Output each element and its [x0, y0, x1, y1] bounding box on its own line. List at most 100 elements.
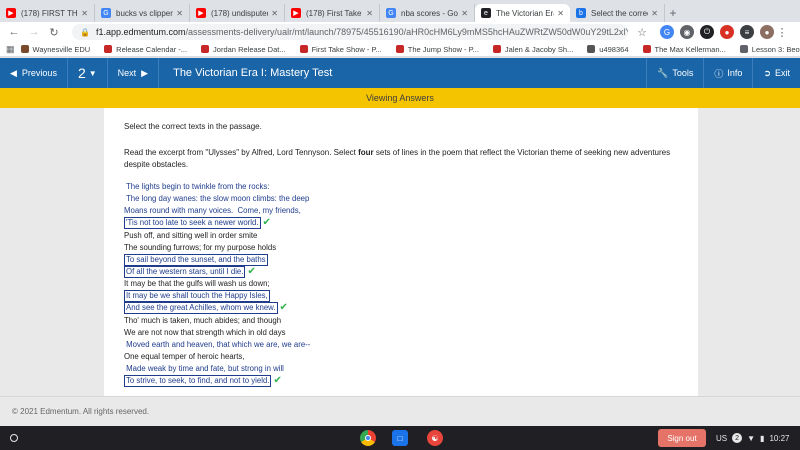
browser-tab[interactable]: e The Victorian Era ✕ — [475, 4, 570, 22]
close-icon[interactable]: ✕ — [557, 9, 564, 18]
extension-g-icon[interactable]: G — [660, 25, 674, 39]
line-text: We are not now that strength which in ol… — [124, 327, 286, 337]
browser-tab[interactable]: ▶ (178) FIRST THING✕ — [0, 4, 95, 22]
previous-button[interactable]: ◀ Previous — [0, 58, 67, 88]
app-header: ◀ Previous 2 ▼ Next ▶ The Victorian Era … — [0, 58, 800, 88]
chrome-icon[interactable] — [360, 430, 376, 446]
bookmark-label: First Take Show - P... — [311, 44, 382, 54]
next-label: Next — [117, 68, 137, 78]
selectable-line[interactable]: Of all the western stars, until I die. ✔ — [124, 266, 424, 279]
bookmark-item[interactable]: The Max Kellerman... — [642, 44, 726, 54]
close-icon[interactable]: ✕ — [366, 9, 373, 18]
tools-button[interactable]: 🔧 Tools — [647, 58, 703, 88]
extension-shield-icon[interactable]: ◉ — [680, 25, 694, 39]
bookmark-label: The Jump Show - P... — [407, 44, 479, 54]
sign-out-button[interactable]: Sign out — [658, 429, 706, 447]
line-text: Moved earth and heaven, that which we ar… — [124, 339, 311, 349]
bookmark-label: The Max Kellerman... — [654, 44, 726, 54]
battery-icon: ▮ — [760, 433, 765, 443]
selectable-line[interactable]: The long day wanes: the slow moon climbs… — [124, 193, 424, 205]
bookmark-favicon-icon — [395, 45, 404, 53]
kebab-menu-icon[interactable]: ⋮ — [774, 24, 790, 40]
headphones-icon[interactable]: ☯ — [427, 430, 443, 446]
line-text: Made weak by time and fate, but strong i… — [124, 364, 284, 374]
status-tray[interactable]: US 2 ▼ ▮ 10:27 — [716, 430, 794, 446]
tab-label: (178) First Take | S — [306, 8, 363, 18]
close-icon[interactable]: ✕ — [271, 9, 278, 18]
poem-line: We are not now that strength which in ol… — [124, 327, 424, 339]
tools-label: Tools — [672, 68, 694, 78]
correct-check-icon: ✔ — [247, 266, 256, 278]
close-icon[interactable]: ✕ — [81, 9, 88, 18]
line-text: Push off, and sitting well in order smit… — [124, 230, 258, 240]
launcher-icon[interactable] — [6, 430, 22, 446]
youtube-icon: ▶ — [196, 8, 206, 18]
brainly-icon: b — [576, 8, 586, 18]
files-icon[interactable]: □ — [392, 430, 408, 446]
info-button[interactable]: ⓘ Info — [704, 58, 752, 88]
bookmark-favicon-icon — [739, 45, 748, 53]
prompt-text-before: Read the excerpt from "Ulysses" by Alfre… — [124, 148, 359, 157]
bookmark-favicon-icon — [104, 45, 113, 53]
bookmark-label: Lesson 3: Beowulf — [751, 44, 800, 54]
locale-label: US — [716, 433, 728, 443]
bookmark-label: Release Calendar -... — [116, 44, 188, 54]
bookmark-item[interactable]: The Jump Show - P... — [395, 44, 479, 54]
question-number-dropdown[interactable]: 2 ▼ — [68, 58, 107, 88]
browser-tab[interactable]: Gnba scores - Goog✕ — [380, 4, 475, 22]
new-tab-icon[interactable]: + — [665, 4, 681, 22]
tab-label: bucks vs clippers — [116, 8, 174, 18]
selectable-line[interactable]: Made weak by time and fate, but strong i… — [124, 363, 424, 375]
selectable-line[interactable]: To sail beyond the sunset, and the baths — [124, 253, 424, 266]
avatar[interactable]: ● — [760, 25, 774, 39]
browser-tab[interactable]: ▶ (178) First Take | S✕ — [285, 4, 380, 22]
bookmark-item[interactable]: First Take Show - P... — [299, 44, 382, 54]
browser-tab[interactable]: Gbucks vs clippers ✕ — [95, 4, 190, 22]
url-path: /assessments-delivery/ualr/mt/launch/789… — [185, 27, 628, 37]
back-arrow-icon[interactable]: ← — [6, 24, 22, 40]
poem-line: The sounding furrows; for my purpose hol… — [124, 242, 424, 254]
line-text: To sail beyond the sunset, and the baths — [124, 253, 268, 266]
apps-grid-icon[interactable]: ▦ — [6, 41, 15, 57]
poem-line: Push off, and sitting well in order smit… — [124, 230, 424, 242]
poem-line: Tho' much is taken, much abides; and tho… — [124, 315, 424, 327]
line-text: 'Tis not too late to seek a newer world. — [124, 217, 261, 230]
tab-label: (178) FIRST THING — [21, 8, 78, 18]
browser-tab[interactable]: ▶ (178) undisputed ✕ — [190, 4, 285, 22]
bookmark-item[interactable]: Release Calendar -... — [104, 45, 187, 54]
selectable-line[interactable]: To strive, to seek, to find, and not to … — [124, 375, 424, 388]
bookmark-item[interactable]: Waynesville EDU — [20, 45, 90, 54]
line-text: One equal temper of heroic hearts, — [124, 352, 245, 362]
bookmark-label: Jalen & Jacoby Sh... — [504, 44, 574, 54]
forward-arrow-icon[interactable]: → — [26, 24, 42, 40]
bookmark-item[interactable]: u498364 — [587, 45, 629, 54]
bookmark-item[interactable]: Lesson 3: Beowulf — [739, 44, 800, 54]
close-icon[interactable]: ✕ — [461, 9, 468, 18]
exit-label: Exit — [774, 68, 790, 78]
browser-tab[interactable]: b Select the correct ✕ — [570, 4, 665, 22]
selectable-line[interactable]: It may be we shall touch the Happy Isles… — [124, 290, 424, 303]
line-text: Moans round with many voices. Come, my f… — [124, 206, 301, 216]
selectable-line[interactable]: And see the great Achilles, whom we knew… — [124, 302, 424, 315]
line-text: To strive, to seek, to find, and not to … — [124, 375, 272, 388]
selectable-line[interactable]: Moans round with many voices. Come, my f… — [124, 205, 424, 217]
next-button[interactable]: Next ▶ — [108, 58, 158, 88]
exit-button[interactable]: ➲ Exit — [753, 58, 800, 88]
line-text: Tho' much is taken, much abides; and tho… — [124, 315, 282, 325]
selectable-line[interactable]: Moved earth and heaven, that which we ar… — [124, 339, 424, 351]
browser-toolbar: ← → ↻ 🔒 f1.app.edmentum.com/assessments-… — [0, 22, 800, 42]
selectable-line[interactable]: The lights begin to twinkle from the roc… — [124, 181, 424, 193]
extension-power-icon[interactable]: ⏻ — [700, 25, 714, 39]
star-icon[interactable]: ☆ — [634, 24, 650, 40]
bookmark-item[interactable]: Jordan Release Dat... — [201, 45, 286, 54]
extension-menu-icon[interactable]: ≡ — [740, 25, 754, 39]
bookmark-item[interactable]: Jalen & Jacoby Sh... — [492, 44, 574, 54]
correct-check-icon: ✔ — [273, 375, 282, 387]
reload-icon[interactable]: ↻ — [46, 24, 62, 40]
address-bar[interactable]: 🔒 f1.app.edmentum.com/assessments-delive… — [72, 24, 628, 40]
selectable-line[interactable]: 'Tis not too late to seek a newer world.… — [124, 217, 424, 230]
close-icon[interactable]: ✕ — [176, 9, 183, 18]
bookmark-favicon-icon — [299, 45, 308, 53]
close-icon[interactable]: ✕ — [651, 9, 658, 18]
extension-red-icon[interactable]: ● — [720, 25, 734, 39]
